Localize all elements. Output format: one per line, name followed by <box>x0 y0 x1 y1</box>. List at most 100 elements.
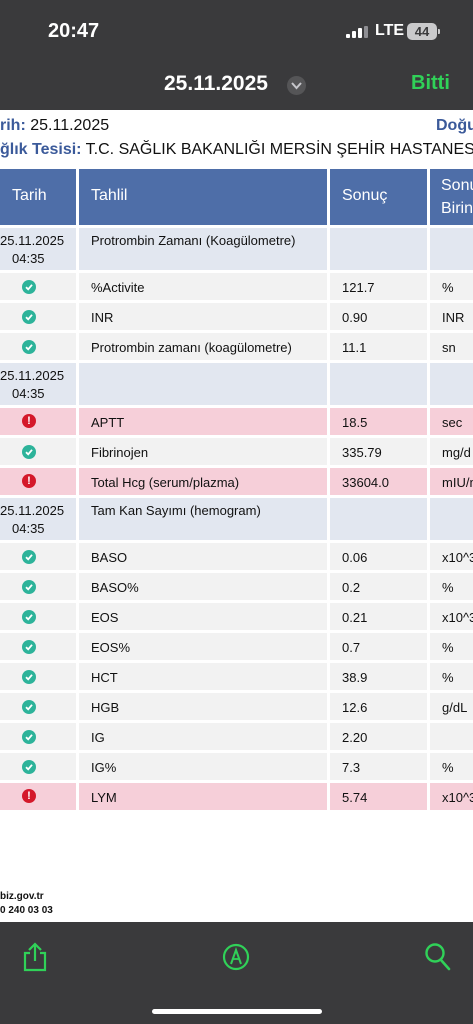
status-cell <box>0 543 76 570</box>
test-name-cell: HCT <box>79 663 327 690</box>
test-name: IG% <box>91 760 117 775</box>
check-icon <box>22 340 36 354</box>
unit-cell: % <box>430 633 473 660</box>
test-name-cell: HGB <box>79 693 327 720</box>
test-name-cell: BASO <box>79 543 327 570</box>
result-value: 0.7 <box>342 640 361 655</box>
group-title-cell: Tam Kan Sayımı (hemogram) <box>79 498 327 540</box>
result-cell: 0.7 <box>330 633 427 660</box>
result-value: 0.90 <box>342 310 368 325</box>
unit-value: mg/d <box>442 445 471 460</box>
test-name: LYM <box>91 790 117 805</box>
result-value: 33604.0 <box>342 475 389 490</box>
unit-value: % <box>442 580 454 595</box>
check-icon <box>22 760 36 774</box>
check-icon <box>22 445 36 459</box>
result-value: 18.5 <box>342 415 368 430</box>
nav-title[interactable]: 25.11.2025 <box>164 72 268 96</box>
unit-value: % <box>442 640 454 655</box>
unit-cell: % <box>430 753 473 780</box>
group-date-cell: 25.11.2025 04:35 <box>0 363 76 405</box>
unit-value: INR <box>442 310 465 325</box>
check-icon <box>22 640 36 654</box>
result-cell: 0.90 <box>330 303 427 330</box>
error-icon: ! <box>22 474 36 488</box>
group-empty-cell <box>330 498 427 540</box>
status-cell <box>0 333 76 360</box>
chevron-down-icon[interactable] <box>287 76 306 95</box>
unit-cell: % <box>430 273 473 300</box>
facility-key: ğlık Tesisi: <box>0 141 82 158</box>
unit-value: sec <box>442 415 463 430</box>
status-cell <box>0 693 76 720</box>
unit-value: x10^3 <box>442 550 473 565</box>
test-name-cell: INR <box>79 303 327 330</box>
group-empty-cell <box>430 498 473 540</box>
test-name: HGB <box>91 700 120 715</box>
unit-cell: x10^3 <box>430 783 473 810</box>
group-date: 25.11.2025 <box>0 368 65 383</box>
result-value: 11.1 <box>342 340 367 355</box>
unit-cell: % <box>430 663 473 690</box>
unit-value: % <box>442 670 454 685</box>
group-date-cell: 25.11.2025 04:35 <box>0 228 76 270</box>
unit-value: % <box>442 280 454 295</box>
result-value: 12.6 <box>342 700 368 715</box>
test-name-cell: Protrombin zamanı (koagülometre) <box>79 333 327 360</box>
right-partial-label: Doğu <box>436 117 473 134</box>
result-cell: 11.1 <box>330 333 427 360</box>
footer-phone: 0 240 03 03 <box>0 905 53 916</box>
test-name: Total Hcg (serum/plazma) <box>91 475 240 490</box>
share-icon[interactable] <box>22 942 48 977</box>
test-name-cell: EOS% <box>79 633 327 660</box>
check-icon <box>22 730 36 744</box>
result-cell: 7.3 <box>330 753 427 780</box>
check-icon <box>22 700 36 714</box>
facility-value: T.C. SAĞLIK BAKANLIĞI MERSİN ŞEHİR HASTA… <box>85 141 473 158</box>
result-cell: 0.21 <box>330 603 427 630</box>
unit-cell: % <box>430 573 473 600</box>
group-empty-cell <box>330 363 427 405</box>
unit-cell: sn <box>430 333 473 360</box>
unit-cell: x10^3 <box>430 543 473 570</box>
result-cell: 33604.0 <box>330 468 427 495</box>
result-value: 2.20 <box>342 730 368 745</box>
test-name-cell: Fibrinojen <box>79 438 327 465</box>
result-cell: 0.2 <box>330 573 427 600</box>
search-icon[interactable] <box>424 942 452 977</box>
markup-icon[interactable] <box>222 943 250 976</box>
battery-tip <box>438 29 440 34</box>
test-name: BASO <box>91 550 128 565</box>
test-name-cell: %Activite <box>79 273 327 300</box>
header-test: Tahlil <box>79 169 327 225</box>
test-name: EOS% <box>91 640 131 655</box>
test-name: APTT <box>91 415 125 430</box>
status-cell <box>0 273 76 300</box>
status-cell: ! <box>0 408 76 435</box>
facility-line: ğlık Tesisi: T.C. SAĞLIK BAKANLIĞI MERSİ… <box>0 141 473 159</box>
unit-value: sn <box>442 340 456 355</box>
date-value: 25.11.2025 <box>30 117 110 134</box>
unit-value: mIU/m <box>442 475 473 490</box>
result-value: 7.3 <box>342 760 361 775</box>
group-time: 04:35 <box>12 251 45 266</box>
signal-icon <box>346 26 368 38</box>
footer-domain: biz.gov.tr <box>0 891 44 902</box>
test-name-cell: EOS <box>79 603 327 630</box>
group-title: Protrombin Zamanı (Koagülometre) <box>91 233 296 248</box>
unit-cell: x10^3 <box>430 603 473 630</box>
network-label: LTE <box>375 22 405 39</box>
date-key: rih: <box>0 117 26 134</box>
unit-value: x10^3 <box>442 610 473 625</box>
check-icon <box>22 280 36 294</box>
battery-icon: 44 <box>407 23 437 40</box>
done-button[interactable]: Bitti <box>411 72 450 95</box>
status-cell: ! <box>0 468 76 495</box>
test-name: HCT <box>91 670 118 685</box>
status-cell <box>0 723 76 750</box>
group-date: 25.11.2025 <box>0 503 65 518</box>
status-cell <box>0 603 76 630</box>
status-cell <box>0 633 76 660</box>
test-name-cell: APTT <box>79 408 327 435</box>
unit-cell: g/dL <box>430 693 473 720</box>
